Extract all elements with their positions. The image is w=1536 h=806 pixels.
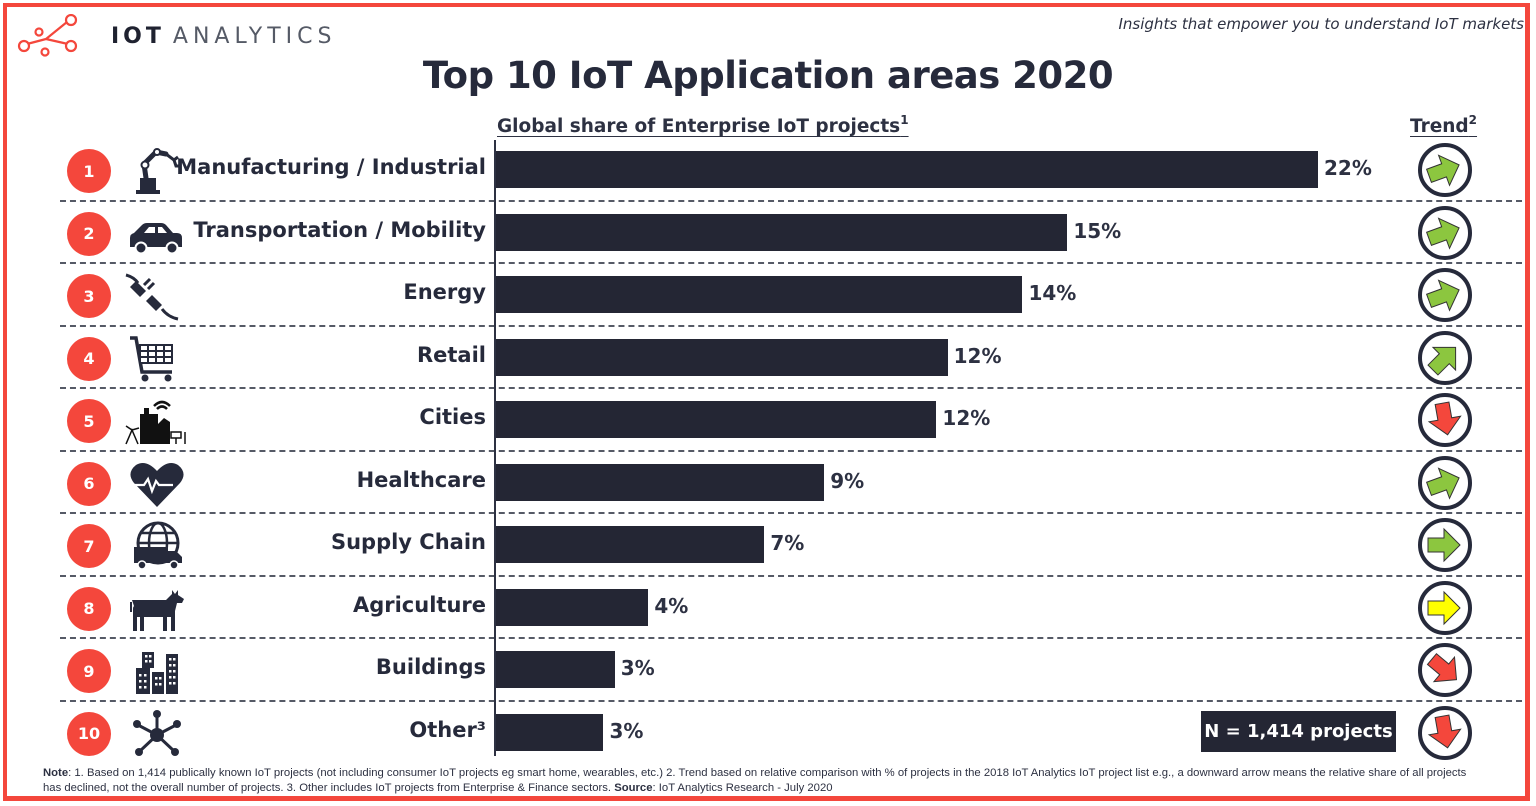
- rank-badge: 8: [67, 586, 111, 631]
- value-label: 12%: [942, 406, 991, 430]
- bar: [495, 213, 1068, 251]
- value-label: 3%: [609, 718, 644, 743]
- bar: [495, 526, 765, 563]
- bar: [495, 588, 649, 626]
- value-label: 15%: [1073, 218, 1122, 243]
- tagline: Insights that empower you to understand …: [1118, 15, 1525, 33]
- chart-row: 6 Healthcare 9%: [60, 451, 1520, 513]
- bar: [495, 651, 615, 688]
- note-label: Note: [43, 767, 69, 779]
- rank-badge: 2: [67, 211, 111, 256]
- trend-footnote: 2: [1468, 113, 1478, 127]
- category-label: Transportation / Mobility: [193, 217, 486, 242]
- rank-badge: 4: [67, 336, 111, 381]
- trend-up-right-arrow-icon: [1418, 455, 1472, 510]
- value-label: 12%: [953, 343, 1002, 368]
- logo-light-text: ANALYTICS: [172, 23, 337, 49]
- trend-right-flat-arrow-icon: [1418, 580, 1472, 635]
- chart-subtitle: Global share of Enterprise IoT projects1: [497, 113, 909, 137]
- rank-badge: 6: [67, 461, 111, 506]
- y-axis-line: [494, 140, 496, 756]
- trend-header: Trend2: [1410, 113, 1477, 137]
- logo-bold-text: IOT: [111, 23, 165, 49]
- shopping-cart-icon: [122, 332, 192, 384]
- value-label: 4%: [654, 593, 689, 618]
- trend-up-right-arrow-icon: [1418, 205, 1472, 260]
- subtitle-text: Global share of Enterprise IoT projects: [497, 116, 901, 137]
- car-icon: [122, 207, 192, 259]
- heart-pulse-icon: [122, 457, 192, 509]
- value-label: 9%: [830, 468, 865, 493]
- bar: [495, 463, 825, 501]
- buildings-icon: [122, 644, 192, 696]
- sample-size-badge: N = 1,414 projects: [1201, 711, 1396, 752]
- cow-icon: [122, 582, 192, 634]
- bar: [495, 338, 948, 376]
- chart-row: 1 Manufacturing / Industrial 22%: [60, 138, 1520, 200]
- trend-right-arrow-icon: [1418, 518, 1472, 572]
- bar: [495, 151, 1318, 188]
- category-label: Retail: [416, 342, 486, 367]
- trend-up-arrow-icon: [1418, 330, 1472, 385]
- rank-badge: 9: [67, 649, 111, 693]
- chart-title: Top 10 IoT Application areas 2020: [422, 54, 1114, 97]
- chart-row: 8 Agriculture 4%: [60, 576, 1520, 638]
- iot-analytics-logo: IOT ANALYTICS: [15, 14, 337, 58]
- chart-row: 9 Buildings 3%: [60, 638, 1520, 700]
- trend-header-text: Trend: [1410, 116, 1469, 137]
- category-label: Energy: [403, 280, 486, 304]
- trend-down-right-arrow-icon: [1418, 643, 1472, 697]
- category-label: Agriculture: [352, 592, 486, 617]
- rank-badge: 7: [67, 524, 111, 568]
- category-label: Cities: [419, 405, 486, 429]
- rank-badge: 10: [67, 711, 111, 756]
- network-hub-icon: [122, 707, 192, 759]
- category-label: Buildings: [375, 655, 486, 679]
- trend-down-arrow-icon: [1418, 705, 1472, 760]
- source-label: Source: [614, 782, 653, 794]
- category-label: Other³: [409, 717, 486, 742]
- globe-truck-icon: [122, 519, 192, 571]
- logo-wordmark: IOT ANALYTICS: [111, 24, 337, 49]
- category-label: Healthcare: [356, 467, 486, 492]
- value-label: 3%: [620, 656, 655, 680]
- rank-badge: 3: [67, 274, 111, 318]
- value-label: 22%: [1324, 156, 1372, 180]
- source-text: : IoT Analytics Research - July 2020: [652, 782, 833, 794]
- bar: [495, 276, 1023, 313]
- city-icon: [122, 394, 192, 446]
- category-label: Supply Chain: [330, 530, 486, 554]
- footnote: Note: 1. Based on 1,414 publically known…: [43, 766, 1483, 796]
- network-logo-icon: [17, 14, 78, 57]
- chart-row: 5 Cities 12%: [60, 388, 1520, 450]
- value-label: 14%: [1028, 281, 1077, 305]
- category-label: Manufacturing / Industrial: [176, 155, 486, 179]
- rank-badge: 1: [67, 149, 111, 193]
- rank-badge: 5: [67, 399, 111, 443]
- chart-row: 2 Transportation / Mobility 15%: [60, 201, 1520, 263]
- chart-row: 3 Energy 14%: [60, 263, 1520, 325]
- value-label: 7%: [770, 531, 805, 555]
- plug-icon: [122, 269, 192, 321]
- chart-row: 4 Retail 12%: [60, 326, 1520, 388]
- chart-row: 7 Supply Chain 7%: [60, 513, 1520, 575]
- subtitle-footnote: 1: [900, 113, 909, 127]
- trend-up-right-arrow-icon: [1418, 143, 1472, 197]
- bar: [495, 401, 937, 438]
- trend-up-right-arrow-icon: [1418, 268, 1472, 322]
- bar: [495, 713, 604, 751]
- trend-down-arrow-icon: [1418, 393, 1472, 447]
